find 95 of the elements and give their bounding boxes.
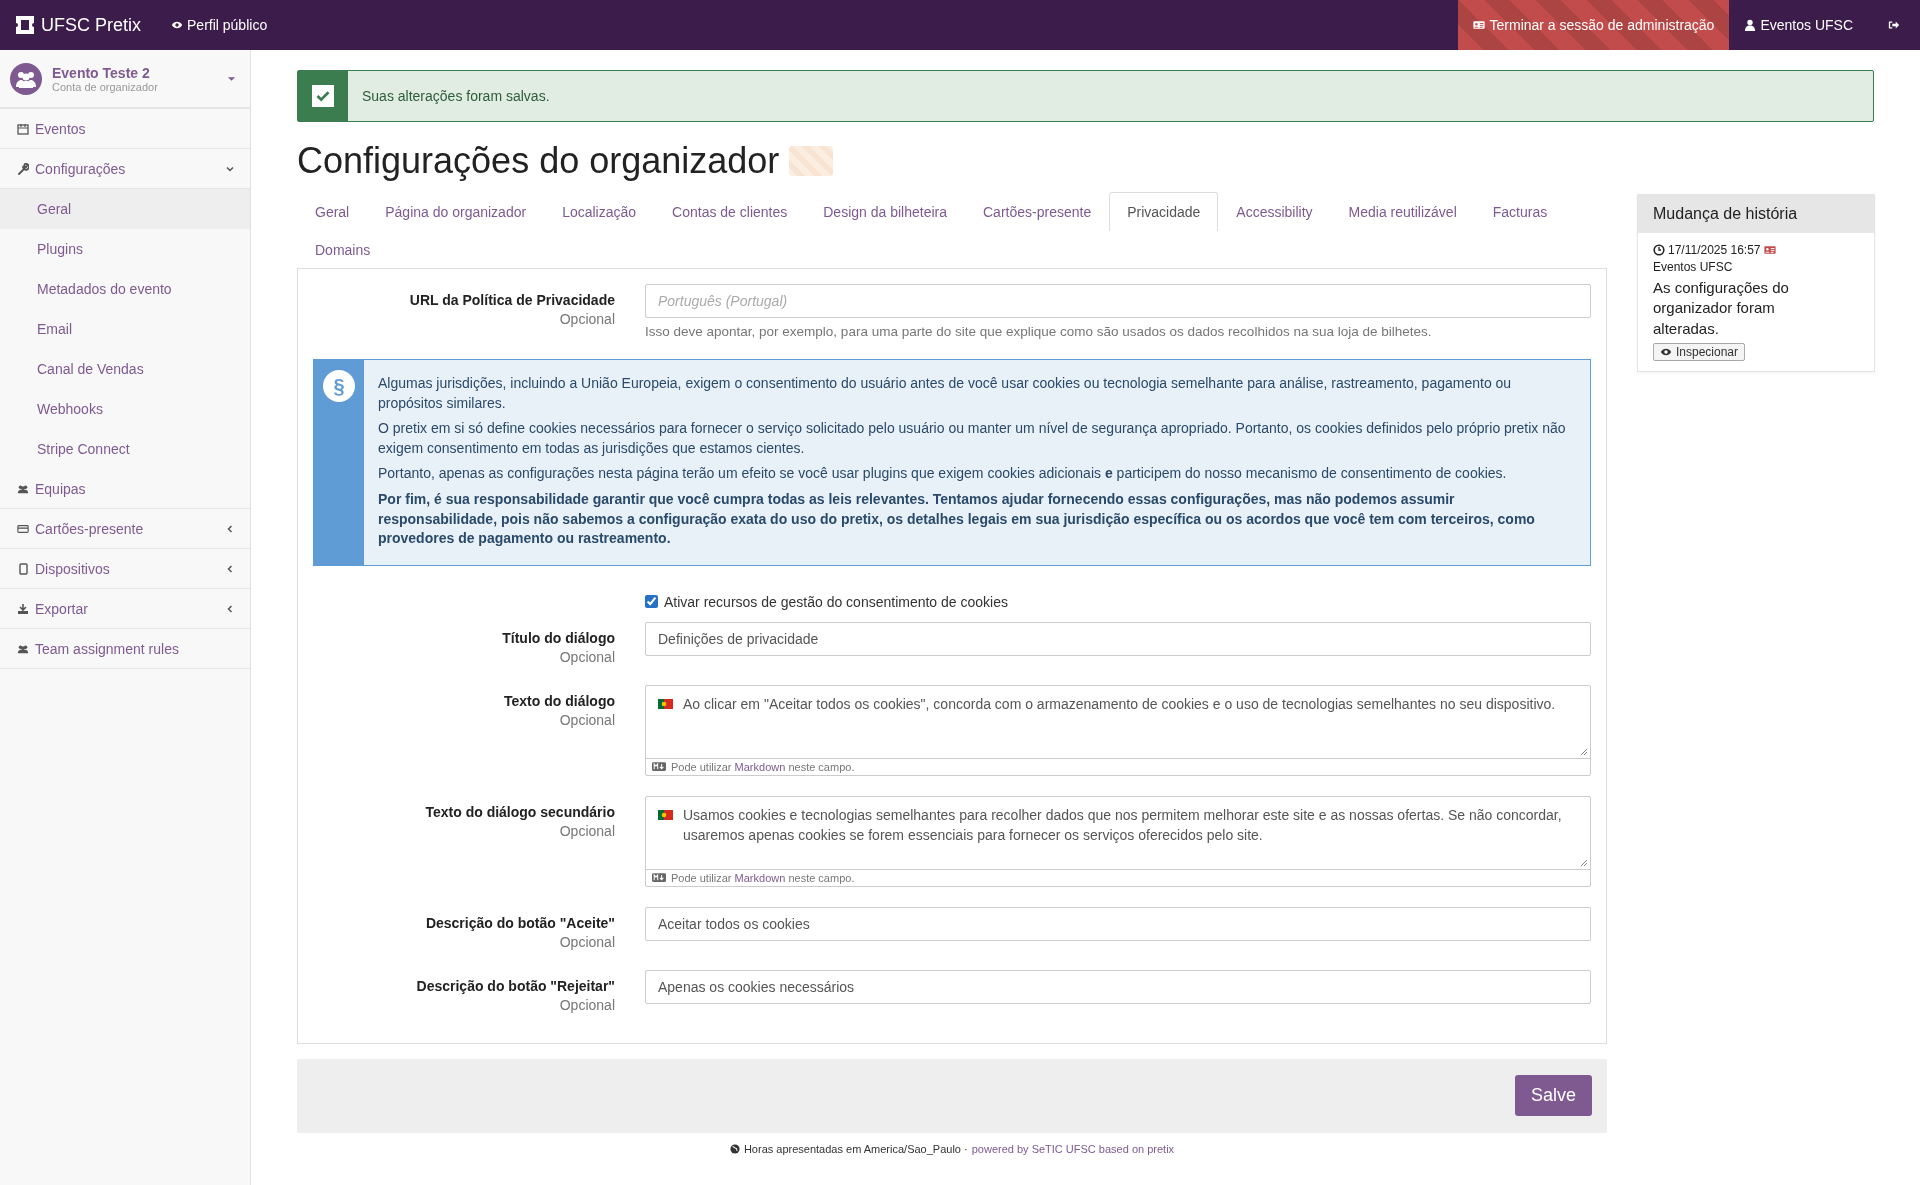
consent-checkbox[interactable] <box>645 595 658 609</box>
markdown-hint: Pode utilizar Markdown neste campo. <box>671 871 855 884</box>
brand-logo[interactable]: UFSC Pretix <box>0 0 156 50</box>
organizer-type: Conta de organizador <box>52 80 159 93</box>
organizer-name: Evento Teste 2 <box>52 64 151 81</box>
sidebar-item[interactable]: Team assignment rules <box>0 629 250 669</box>
id-card-icon <box>1763 244 1776 256</box>
user-icon <box>1744 19 1757 31</box>
public-profile-link[interactable]: Perfil público <box>156 0 283 50</box>
history-title: Mudança de história <box>1653 205 1798 222</box>
info-paragraph: Algumas jurisdições, incluindo a União Europeia, exigem o consentimento do usuário antes de você usar cookies ou tecnologia semelhante para análise, rastreamento, pagamento ou propósitos similares. <box>378 374 1513 413</box>
markdown-hint: Pode utilizar Markdown neste campo. <box>671 760 855 773</box>
wrench-icon <box>17 162 29 175</box>
brand-name[interactable]: UFSC Pretix <box>41 14 141 36</box>
tab[interactable]: Página do organizador <box>367 192 545 231</box>
tablet-icon <box>17 562 29 575</box>
sidebar-item[interactable]: Equipas <box>0 469 250 509</box>
clock-icon <box>1653 244 1665 256</box>
resize-handle-icon[interactable] <box>1580 747 1588 756</box>
sidebar-item[interactable]: Cartões-presente <box>0 509 250 549</box>
resize-handle-icon[interactable] <box>1580 858 1588 867</box>
field-label: Texto do diálogo secundário <box>425 803 615 820</box>
markdown-icon <box>652 762 666 772</box>
optional-label: Opcional <box>559 648 615 665</box>
caret-icon <box>227 75 236 82</box>
tab[interactable]: Facturas <box>1474 192 1566 231</box>
sidebar-subitem[interactable]: Canal de Vendas <box>0 349 250 389</box>
tab[interactable]: Media reutilizável <box>1330 192 1475 231</box>
eye-icon <box>171 19 183 31</box>
ticket-logo-icon <box>15 15 35 35</box>
flag-icon <box>658 809 673 820</box>
tab[interactable]: Domains <box>297 230 389 269</box>
field-label: Texto do diálogo <box>504 692 615 709</box>
checkbox-label[interactable]: Ativar recursos de gestão do consentimento de cookies <box>664 593 1008 610</box>
user-menu-link[interactable]: Eventos UFSC <box>1729 0 1868 50</box>
globe-icon <box>729 1143 740 1154</box>
markdown-icon <box>652 873 666 883</box>
sidebar-item[interactable]: Eventos <box>0 109 250 149</box>
sign-out-icon <box>1888 19 1900 31</box>
sidebar-item[interactable]: Exportar <box>0 589 250 629</box>
tab[interactable]: Design da bilheteira <box>805 192 965 231</box>
timezone-note: Horas apresentadas em America/Sao_Paulo · <box>743 1142 968 1155</box>
info-paragraph: Por fim, é sua responsabilidade garantir que você cumpra todas as leis relevantes. Tentamos ajudar fornecendo essas configurações, mas não podemos assumir responsabilidade, pois não sabemos a configuração exata do uso do pretix, os detalhes legais em sua jurisdição específica ou os acordos que você tem com terceiros, como provedores de pagamento ou rastreamento. <box>378 489 1536 549</box>
sidebar-subitem[interactable]: Email <box>0 309 250 349</box>
field-label: Título do diálogo <box>502 629 615 646</box>
section-sign-icon: § <box>323 370 355 402</box>
sidebar-item[interactable]: Dispositivos <box>0 549 250 589</box>
tab[interactable]: Privacidade <box>1109 192 1219 231</box>
markdown-link[interactable]: Markdown <box>734 760 786 773</box>
inspect-button[interactable]: Inspecionar <box>1653 342 1746 361</box>
optional-label: Opcional <box>559 711 615 728</box>
tab[interactable]: Cartões-presente <box>965 192 1110 231</box>
optional-label: Opcional <box>559 311 615 327</box>
calendar-icon <box>17 122 29 135</box>
text-field[interactable]: Aceitar todos os cookies <box>645 906 1591 941</box>
stripe-badge-icon <box>789 146 834 176</box>
text-field[interactable]: Apenas os cookies necessários <box>645 969 1591 1004</box>
info-paragraph: O pretix em si só define cookies necessários para fornecer o serviço solicitado pelo usuário ou manter um nível de segurança apropriado. Portanto, os cookies definidos pelo próprio pretix não exigem consentimento em todas as jurisdições que estamos cientes. <box>378 419 1567 458</box>
field-label: Descrição do botão "Rejeitar" <box>416 977 615 994</box>
tab[interactable]: Contas de clientes <box>654 192 806 231</box>
alert-message: Suas alterações foram salvas. <box>361 88 550 104</box>
powered-by-link[interactable]: powered by SeTIC UFSC based on pretix <box>971 1142 1175 1155</box>
history-user: Eventos UFSC <box>1653 260 1733 274</box>
tab[interactable]: Accessibility <box>1218 192 1331 231</box>
text-field[interactable]: Definições de privacidade <box>645 621 1591 656</box>
sidebar-subitem[interactable]: Webhooks <box>0 389 250 429</box>
credit-card-icon <box>17 522 29 535</box>
optional-label: Opcional <box>559 933 615 950</box>
info-paragraph: Portanto, apenas as configurações nesta página terão um efeito se você usar plugins que exigem cookies adicionais e participem do nosso mecanismo de consentimento de cookies. <box>378 464 1508 484</box>
privacy-url-field[interactable]: Português (Portugal) <box>645 284 1591 318</box>
help-text: Isso deve apontar, por exemplo, para uma parte do site que explique como são usados os dados recolhidos na sua loja de bilhetes. <box>645 324 1433 339</box>
markdown-link[interactable]: Markdown <box>734 871 786 884</box>
organizer-switcher[interactable]: Evento Teste 2 Conta de organizador <box>0 50 250 109</box>
tab[interactable]: Localização <box>544 192 655 231</box>
history-description: As configurações do organizador foram alteradas. <box>1653 278 1790 339</box>
text-area[interactable]: Usamos cookies e tecnologias semelhantes para recolher dados que nos permitem melhorar este site e as nossas ofertas. Se não concordar, usaremos apenas cookies se forem essenciais para fornecer os serviços oferecidos pelo site. <box>646 796 1590 870</box>
checkmark-icon <box>312 85 334 107</box>
sidebar-subitem[interactable]: Metadados do evento <box>0 269 250 309</box>
end-admin-session-button[interactable]: Terminar a sessão de administração <box>1457 0 1730 50</box>
field-label: URL da Política de Privacidade <box>409 292 615 308</box>
text-area[interactable]: Ao clicar em "Aceitar todos os cookies", concorda com o armazenamento de cookies e o uso de tecnologias semelhantes no seu dispositivo. <box>646 685 1590 759</box>
sidebar-subitem[interactable]: Geral <box>0 189 250 229</box>
organizer-avatar-icon <box>10 62 42 95</box>
sidebar-subitem[interactable]: Stripe Connect <box>0 429 250 469</box>
sidebar-subitem[interactable]: Plugins <box>0 229 250 269</box>
optional-label: Opcional <box>559 996 615 1013</box>
download-icon <box>17 602 29 615</box>
history-time: 17/11/2025 16:57 <box>1668 243 1761 257</box>
flag-icon <box>658 698 673 709</box>
optional-label: Opcional <box>559 822 615 839</box>
field-label: Descrição do botão "Aceite" <box>425 914 615 931</box>
tab[interactable]: Geral <box>297 192 368 231</box>
id-card-icon <box>1472 19 1485 31</box>
page-title: Configurações do organizador <box>297 140 780 182</box>
save-button[interactable]: Salve <box>1514 1075 1592 1117</box>
